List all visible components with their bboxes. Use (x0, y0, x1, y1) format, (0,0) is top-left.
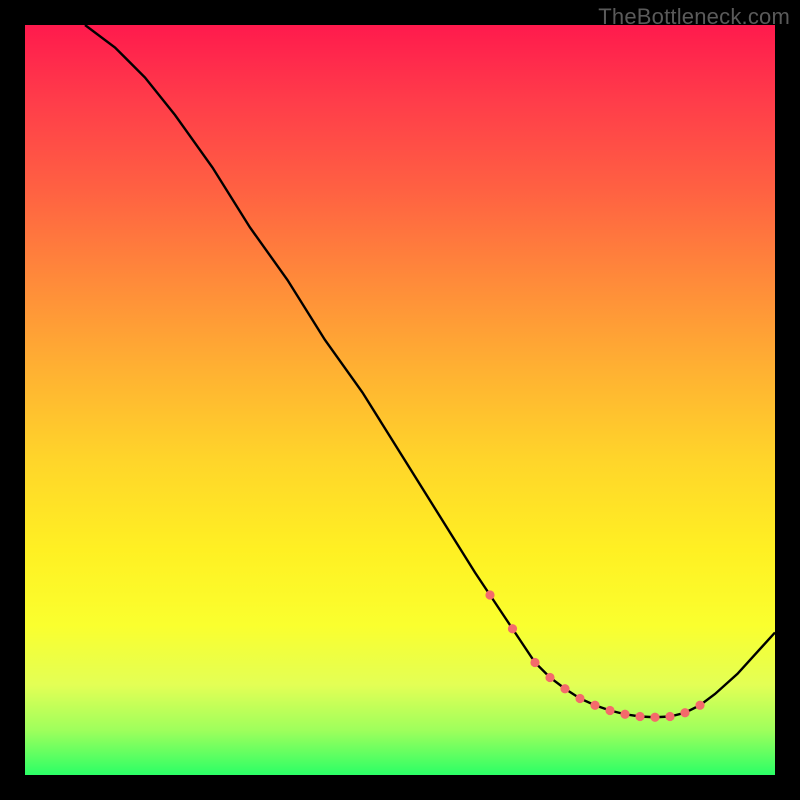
plot-area (25, 25, 775, 775)
marker-dot (530, 658, 539, 667)
marker-dot (605, 706, 614, 715)
marker-dot (620, 710, 629, 719)
marker-dot (650, 713, 659, 722)
bottleneck-curve-svg (25, 25, 775, 775)
marker-dot (485, 590, 494, 599)
marker-dot (680, 708, 689, 717)
chart-frame: TheBottleneck.com (0, 0, 800, 800)
marker-dot (545, 673, 554, 682)
marker-dot (665, 712, 674, 721)
marker-dot (695, 701, 704, 710)
marker-dot (508, 624, 517, 633)
marker-dot (635, 712, 644, 721)
marker-dot (590, 701, 599, 710)
minimum-markers (485, 590, 704, 721)
marker-dot (575, 694, 584, 703)
bottleneck-curve (85, 25, 775, 717)
marker-dot (560, 684, 569, 693)
